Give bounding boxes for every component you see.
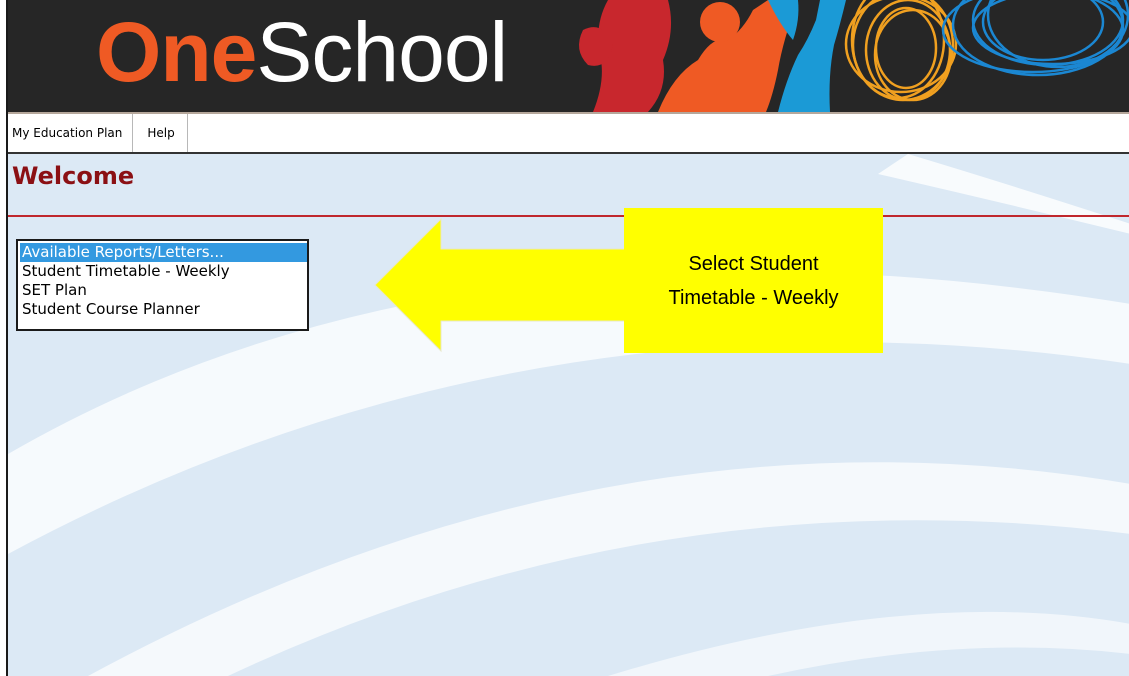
logo-school: School <box>256 5 508 99</box>
option-student-timetable-weekly[interactable]: Student Timetable - Weekly <box>20 262 307 281</box>
callout-arrow-icon <box>374 217 634 353</box>
report-select-list[interactable]: Available Reports/Letters... Student Tim… <box>16 239 309 331</box>
page-title: Welcome <box>12 162 135 190</box>
menu-bar: My Education Plan Help <box>8 112 1129 154</box>
onesschool-banner: OneSchool <box>8 0 1129 112</box>
option-student-course-planner[interactable]: Student Course Planner <box>20 300 307 319</box>
app-window: OneSchool My Education Plan Help Welcome… <box>6 0 1129 676</box>
menu-item-help[interactable]: Help <box>133 114 188 152</box>
option-available-reports[interactable]: Available Reports/Letters... <box>20 243 307 262</box>
menu-item-my-education-plan[interactable]: My Education Plan <box>8 114 134 152</box>
logo-one: One <box>96 5 257 99</box>
callout-box: Select Student Timetable - Weekly <box>624 208 883 353</box>
onesschool-logo: OneSchool <box>96 2 508 102</box>
option-set-plan[interactable]: SET Plan <box>20 281 307 300</box>
callout-text: Select Student Timetable - Weekly <box>668 252 839 309</box>
